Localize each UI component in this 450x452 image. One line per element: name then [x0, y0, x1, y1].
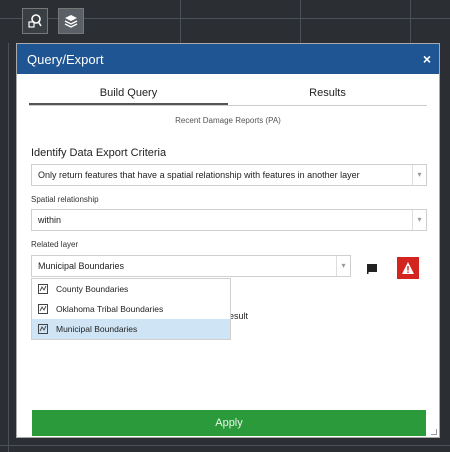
- query-tool-button[interactable]: [22, 8, 48, 34]
- layers-tool-button[interactable]: [58, 8, 84, 34]
- warning-button[interactable]: [397, 257, 419, 279]
- flag-icon[interactable]: [367, 264, 379, 274]
- query-export-dialog: Query/Export × Build Query Results Recen…: [16, 43, 440, 438]
- result-text-partial: esult: [229, 311, 249, 321]
- query-icon: [28, 14, 42, 28]
- related-layer-select[interactable]: Municipal Boundaries ▾: [31, 255, 351, 277]
- spatial-relationship-value: within: [38, 215, 62, 225]
- spatial-relationship-select[interactable]: within ▾: [31, 209, 427, 231]
- option-municipal-boundaries[interactable]: Municipal Boundaries: [32, 319, 230, 339]
- option-label: County Boundaries: [56, 284, 129, 294]
- tab-results[interactable]: Results: [228, 82, 427, 105]
- criteria-select[interactable]: Only return features that have a spatial…: [31, 164, 427, 186]
- spatial-relationship-label: Spatial relationship: [31, 195, 99, 204]
- criteria-select-value: Only return features that have a spatial…: [38, 170, 360, 180]
- map-road: [180, 0, 181, 43]
- layer-name: Recent Damage Reports (PA): [175, 116, 281, 125]
- related-layer-dropdown: County Boundaries Oklahoma Tribal Bounda…: [31, 278, 231, 340]
- chevron-down-icon: ▾: [412, 165, 426, 185]
- option-county-boundaries[interactable]: County Boundaries: [32, 279, 230, 299]
- layers-icon: [64, 15, 78, 28]
- related-layer-value: Municipal Boundaries: [38, 261, 125, 271]
- close-icon[interactable]: ×: [423, 51, 431, 67]
- polygon-layer-icon: [38, 304, 48, 314]
- tab-build-query[interactable]: Build Query: [29, 82, 228, 105]
- option-label: Oklahoma Tribal Boundaries: [56, 304, 164, 314]
- map-road: [0, 445, 450, 446]
- related-layer-label: Related layer: [31, 240, 79, 249]
- polygon-layer-icon: [38, 284, 48, 294]
- dialog-titlebar[interactable]: Query/Export ×: [17, 44, 439, 74]
- apply-button[interactable]: Apply: [32, 410, 426, 436]
- section-title: Identify Data Export Criteria: [31, 147, 167, 159]
- option-oklahoma-tribal-boundaries[interactable]: Oklahoma Tribal Boundaries: [32, 299, 230, 319]
- chevron-down-icon: ▾: [336, 256, 350, 276]
- map-road: [8, 43, 9, 452]
- option-label: Municipal Boundaries: [56, 324, 138, 334]
- dialog-title: Query/Export: [27, 51, 104, 67]
- resize-handle[interactable]: [431, 429, 437, 435]
- chevron-down-icon: ▾: [412, 210, 426, 230]
- map-road: [300, 0, 301, 43]
- map-road: [410, 0, 411, 43]
- warning-icon: [402, 262, 414, 274]
- dialog-tabs: Build Query Results: [29, 82, 427, 106]
- polygon-layer-icon: [38, 324, 48, 334]
